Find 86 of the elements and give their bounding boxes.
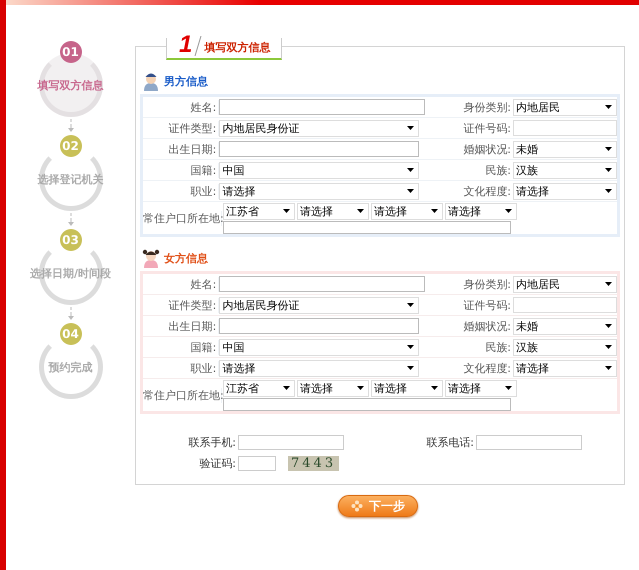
field-label: 常住户口所在地:	[143, 210, 222, 226]
dropdown[interactable]: 请选择	[445, 202, 517, 220]
dropdown[interactable]: 内地居民	[513, 98, 618, 116]
section-title: 女方信息	[164, 250, 208, 266]
caret-icon	[357, 209, 364, 213]
dropdown[interactable]: 内地居民	[513, 276, 618, 292]
caret-icon	[605, 147, 612, 151]
input-field[interactable]	[223, 220, 511, 234]
input-field[interactable]	[238, 435, 344, 450]
dropdown[interactable]: 请选择	[513, 360, 618, 376]
caret-icon	[407, 366, 414, 370]
field-label: 联系电话:	[425, 435, 474, 450]
caret-icon	[605, 189, 612, 193]
caret-icon	[431, 209, 438, 213]
slash-icon	[194, 36, 202, 56]
input-field[interactable]	[219, 99, 426, 115]
dropdown[interactable]: 汉族	[513, 338, 618, 356]
field-label: 婚姻状况:	[462, 318, 512, 334]
dropdown[interactable]: 未婚	[513, 140, 618, 158]
input-field[interactable]	[219, 141, 420, 157]
field-label: 婚姻状况:	[462, 142, 512, 156]
dropdown[interactable]: 请选择	[371, 380, 443, 396]
step-number: 01	[60, 41, 82, 63]
dropdown[interactable]: 江苏省	[223, 202, 295, 220]
dropdown[interactable]: 江苏省	[223, 380, 295, 396]
input-field[interactable]	[476, 435, 582, 450]
dropdown[interactable]: 请选择	[297, 202, 369, 220]
dropdown[interactable]: 中国	[219, 338, 420, 356]
arrow-down-icon	[66, 213, 74, 227]
caret-icon	[605, 105, 612, 109]
caret-icon	[283, 386, 290, 390]
caret-icon	[407, 345, 414, 349]
arrow-down-icon	[66, 307, 74, 321]
flower-icon	[351, 500, 363, 512]
field-label: 民族:	[484, 340, 512, 354]
input-field[interactable]	[219, 276, 426, 292]
dropdown[interactable]: 请选择	[371, 202, 443, 220]
dropdown[interactable]: 中国	[219, 162, 420, 178]
tab-number: 1	[179, 34, 192, 56]
caret-icon	[605, 345, 612, 349]
input-field[interactable]	[223, 398, 511, 410]
field-label: 身份类别:	[462, 100, 512, 114]
caret-icon	[505, 386, 512, 390]
step-number: 03	[60, 229, 82, 251]
input-field[interactable]	[513, 120, 618, 136]
caret-icon	[431, 386, 438, 390]
arrow-down-icon	[66, 119, 74, 133]
dropdown[interactable]: 未婚	[513, 318, 618, 334]
caret-icon	[605, 282, 612, 286]
caret-icon	[605, 366, 612, 370]
dropdown[interactable]: 请选择	[219, 182, 420, 200]
field-label: 证件号码:	[462, 298, 512, 312]
step-number: 02	[60, 135, 82, 157]
person-icon	[142, 248, 160, 268]
input-field[interactable]	[219, 318, 420, 334]
caret-icon	[407, 189, 414, 193]
caret-icon	[283, 209, 290, 213]
tab-title: 填写双方信息	[204, 40, 270, 55]
field-label: 证件号码:	[462, 120, 512, 136]
dropdown[interactable]: 请选择	[513, 182, 618, 200]
dropdown[interactable]: 请选择	[297, 380, 369, 396]
caret-icon	[357, 386, 364, 390]
caret-icon	[407, 303, 414, 307]
caret-icon	[605, 324, 612, 328]
field-label: 文化程度:	[462, 360, 512, 376]
field-label: 民族:	[484, 162, 512, 178]
caret-icon	[407, 126, 414, 130]
section-title: 男方信息	[164, 74, 208, 88]
field-label: 文化程度:	[462, 184, 512, 198]
dropdown[interactable]: 内地居民身份证	[219, 296, 420, 314]
input-field[interactable]	[238, 456, 276, 471]
caret-icon	[407, 168, 414, 172]
person-icon	[142, 71, 160, 91]
caret-icon	[605, 168, 612, 172]
captcha-image: 7443	[288, 456, 340, 471]
dropdown[interactable]: 请选择	[219, 360, 420, 376]
dropdown[interactable]: 汉族	[513, 162, 618, 178]
field-label: 常住户口所在地:	[143, 388, 222, 402]
field-label: 身份类别:	[462, 276, 512, 292]
caret-icon	[505, 209, 512, 213]
field-label: 联系手机:	[187, 435, 236, 450]
step-number: 04	[60, 323, 82, 345]
field-label: 验证码:	[198, 456, 236, 471]
input-field[interactable]	[513, 297, 618, 313]
dropdown[interactable]: 内地居民身份证	[219, 120, 420, 136]
dropdown[interactable]: 请选择	[445, 380, 517, 396]
